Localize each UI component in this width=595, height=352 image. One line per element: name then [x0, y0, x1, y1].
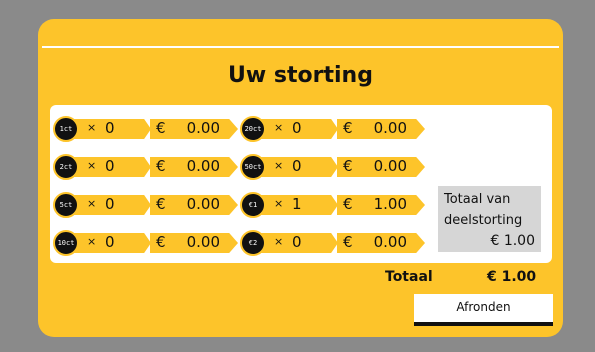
deposit-panel: Uw storting 1ct × 0 € 0.00 2ct × 0 € 0.0…: [38, 19, 563, 337]
coin-icon: €2: [240, 230, 266, 256]
amount-field: € 0.00: [337, 157, 425, 177]
amount-field: € 0.00: [150, 233, 238, 253]
subtotal-label: Totaal van deelstorting: [444, 192, 523, 228]
times-sign: ×: [274, 235, 284, 248]
currency-sign: €: [156, 195, 166, 213]
coin-icon: 5ct: [53, 192, 79, 218]
quantity-value: 0: [105, 157, 115, 175]
divider-line: [42, 46, 559, 48]
currency-sign: €: [343, 157, 353, 175]
times-sign: ×: [87, 159, 97, 172]
coin-icon: 50ct: [240, 154, 266, 180]
coin-icon: €1: [240, 192, 266, 218]
times-sign: ×: [274, 159, 284, 172]
quantity-value: 0: [292, 233, 302, 251]
quantity-value: 0: [292, 119, 302, 137]
times-sign: ×: [87, 121, 97, 134]
amount-field: € 0.00: [337, 233, 425, 253]
amount-field: € 0.00: [150, 157, 238, 177]
times-sign: ×: [274, 197, 284, 210]
quantity-value: 1: [292, 195, 302, 213]
page-title: Uw storting: [228, 63, 373, 88]
times-sign: ×: [274, 121, 284, 134]
coin-list-card: 1ct × 0 € 0.00 2ct × 0 € 0.00 5ct × 0 € …: [50, 105, 552, 263]
times-sign: ×: [87, 235, 97, 248]
subtotal-box: Totaal van deelstorting € 1.00: [438, 186, 541, 252]
amount-value: 0.00: [186, 157, 220, 175]
currency-sign: €: [156, 119, 166, 137]
amount-field: € 1.00: [337, 195, 425, 215]
quantity-value: 0: [105, 195, 115, 213]
amount-field: € 0.00: [150, 195, 238, 215]
coin-icon: 2ct: [53, 154, 79, 180]
currency-sign: €: [156, 157, 166, 175]
amount-field: € 0.00: [150, 119, 238, 139]
quantity-value: 0: [105, 119, 115, 137]
currency-sign: €: [343, 119, 353, 137]
times-sign: ×: [87, 197, 97, 210]
amount-value: 0.00: [373, 157, 407, 175]
amount-value: 0.00: [373, 233, 407, 251]
total-value: € 1.00: [487, 269, 537, 285]
quantity-value: 0: [292, 157, 302, 175]
amount-value: 1.00: [373, 195, 407, 213]
currency-sign: €: [343, 195, 353, 213]
quantity-value: 0: [105, 233, 115, 251]
coin-icon: 10ct: [53, 230, 79, 256]
currency-sign: €: [343, 233, 353, 251]
coin-icon: 1ct: [53, 116, 79, 142]
amount-value: 0.00: [186, 233, 220, 251]
finish-button[interactable]: Afronden: [414, 294, 553, 326]
amount-field: € 0.00: [337, 119, 425, 139]
subtotal-value: € 1.00: [490, 233, 535, 249]
coin-icon: 20ct: [240, 116, 266, 142]
amount-value: 0.00: [373, 119, 407, 137]
amount-value: 0.00: [186, 119, 220, 137]
total-label: Totaal: [385, 269, 433, 285]
currency-sign: €: [156, 233, 166, 251]
amount-value: 0.00: [186, 195, 220, 213]
